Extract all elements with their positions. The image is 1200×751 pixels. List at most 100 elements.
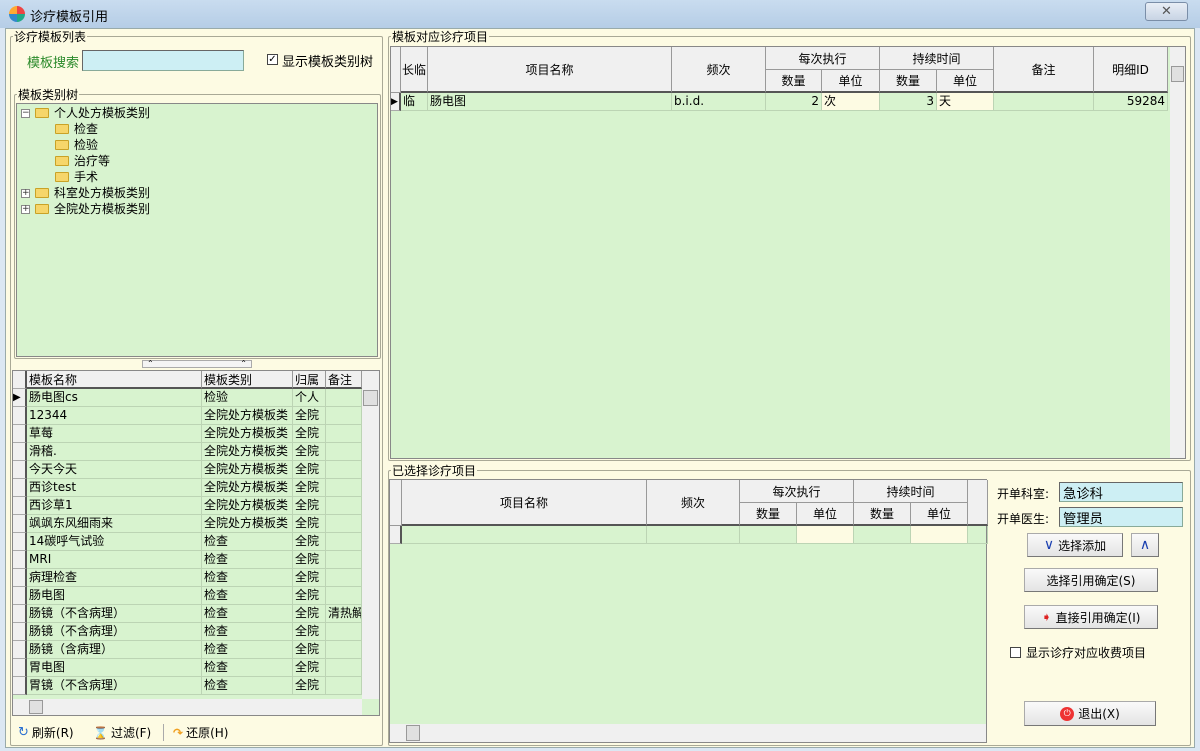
grid-cell[interactable]: 天 xyxy=(937,93,994,111)
horizontal-scrollbar[interactable] xyxy=(390,724,986,742)
grid-cell[interactable] xyxy=(326,569,362,587)
grid-cell[interactable]: 全院 xyxy=(293,443,326,461)
grid-cell[interactable]: 检查 xyxy=(202,623,293,641)
tree-node[interactable]: 全院处方模板类别 xyxy=(35,201,150,217)
grid-cell[interactable] xyxy=(326,479,362,497)
grid-cell[interactable]: 全院 xyxy=(293,461,326,479)
grid-cell[interactable]: 3 xyxy=(880,93,937,111)
row-indicator[interactable] xyxy=(13,425,27,443)
current-row-arrow-icon[interactable]: ▶ xyxy=(13,389,27,407)
row-indicator[interactable] xyxy=(13,587,27,605)
restore-button[interactable]: ↷ 还原(H) xyxy=(173,724,228,741)
column-header[interactable]: 单位 xyxy=(911,503,968,526)
row-indicator[interactable] xyxy=(13,533,27,551)
grid-cell[interactable] xyxy=(326,587,362,605)
grid-cell[interactable]: b.i.d. xyxy=(672,93,766,111)
grid-cell[interactable]: 检查 xyxy=(202,659,293,677)
row-indicator[interactable] xyxy=(390,526,402,544)
grid-cell[interactable]: 全院 xyxy=(293,659,326,677)
grid-cell[interactable]: 全院 xyxy=(293,425,326,443)
grid-cell[interactable]: 全院处方模板类 xyxy=(202,497,293,515)
grid-cell[interactable] xyxy=(402,526,647,544)
row-indicator[interactable] xyxy=(13,623,27,641)
grid-cell[interactable]: 全院处方模板类 xyxy=(202,443,293,461)
tree-node[interactable]: 检查 xyxy=(55,121,98,137)
column-header[interactable]: 单位 xyxy=(797,503,854,526)
search-input[interactable] xyxy=(82,50,244,71)
column-header[interactable]: 备注 xyxy=(326,371,362,389)
grid-cell[interactable] xyxy=(994,93,1094,111)
row-indicator[interactable] xyxy=(13,443,27,461)
grid-cell[interactable]: 全院处方模板类 xyxy=(202,461,293,479)
scroll-thumb[interactable] xyxy=(406,725,420,741)
dept-field[interactable] xyxy=(1059,482,1183,502)
collapse-icon[interactable]: − xyxy=(21,109,30,118)
grid-cell[interactable]: 全院 xyxy=(293,569,326,587)
grid-cell[interactable]: 2 xyxy=(766,93,822,111)
grid-cell[interactable]: 检查 xyxy=(202,587,293,605)
grid-cell[interactable]: 全院 xyxy=(293,479,326,497)
scroll-thumb[interactable] xyxy=(29,700,43,714)
column-header[interactable]: 数量 xyxy=(854,503,911,526)
column-header[interactable]: 单位 xyxy=(822,70,880,93)
grid-cell[interactable]: 西诊test xyxy=(27,479,202,497)
grid-cell[interactable] xyxy=(326,623,362,641)
column-header[interactable]: 长临 xyxy=(401,47,428,93)
grid-cell[interactable]: 检查 xyxy=(202,569,293,587)
grid-cell[interactable]: 清热解 xyxy=(326,605,362,623)
grid-cell[interactable]: 全院 xyxy=(293,515,326,533)
grid-cell[interactable] xyxy=(326,407,362,425)
grid-cell[interactable] xyxy=(326,641,362,659)
row-indicator[interactable] xyxy=(13,569,27,587)
row-indicator[interactable] xyxy=(13,461,27,479)
grid-cell[interactable]: 胃电图 xyxy=(27,659,202,677)
grid-cell[interactable] xyxy=(647,526,740,544)
horizontal-scrollbar[interactable] xyxy=(13,699,362,715)
grid-cell[interactable]: 全院 xyxy=(293,623,326,641)
grid-cell[interactable]: 个人 xyxy=(293,389,326,407)
close-button[interactable]: ✕ xyxy=(1145,2,1188,21)
exit-button[interactable]: ⏻ 退出(X) xyxy=(1024,701,1156,726)
grid-cell[interactable] xyxy=(326,533,362,551)
grid-cell[interactable]: 全院 xyxy=(293,587,326,605)
tree-node[interactable]: 手术 xyxy=(55,169,98,185)
column-header[interactable]: 项目名称 xyxy=(428,47,672,93)
grid-cell[interactable] xyxy=(326,425,362,443)
column-header[interactable]: 单位 xyxy=(937,70,994,93)
grid-cell[interactable]: 检查 xyxy=(202,533,293,551)
grid-cell[interactable]: 肠电图 xyxy=(428,93,672,111)
grid-cell[interactable]: 59284 xyxy=(1094,93,1168,111)
confirm-select-button[interactable]: 选择引用确定(S) xyxy=(1024,568,1158,592)
grid-cell[interactable]: 次 xyxy=(822,93,880,111)
grid-cell[interactable]: 检查 xyxy=(202,605,293,623)
grid-cell[interactable] xyxy=(326,389,362,407)
confirm-direct-button[interactable]: ➧ 直接引用确定(I) xyxy=(1024,605,1158,629)
column-header[interactable]: 频次 xyxy=(647,480,740,526)
grid-cell[interactable] xyxy=(326,659,362,677)
grid-cell[interactable]: 飒飒东风细雨来 xyxy=(27,515,202,533)
doctor-field[interactable] xyxy=(1059,507,1183,527)
scroll-thumb[interactable] xyxy=(1171,66,1184,82)
tree-node[interactable]: 个人处方模板类别 xyxy=(35,105,150,121)
column-header[interactable]: 频次 xyxy=(672,47,766,93)
grid-cell[interactable]: 全院处方模板类 xyxy=(202,425,293,443)
scroll-thumb[interactable] xyxy=(363,390,378,406)
grid-cell[interactable]: 14碳呼气试验 xyxy=(27,533,202,551)
row-indicator[interactable] xyxy=(13,677,27,695)
grid-cell[interactable]: 全院 xyxy=(293,551,326,569)
grid-cell[interactable] xyxy=(326,551,362,569)
grid-cell[interactable] xyxy=(854,526,911,544)
column-header[interactable]: 备注 xyxy=(994,47,1094,93)
expand-icon[interactable]: + xyxy=(21,205,30,214)
grid-cell[interactable]: 12344 xyxy=(27,407,202,425)
grid-cell[interactable]: 检查 xyxy=(202,551,293,569)
row-indicator[interactable] xyxy=(13,641,27,659)
tree-node[interactable]: 检验 xyxy=(55,137,98,153)
refresh-button[interactable]: ↻ 刷新(R) xyxy=(18,724,74,741)
grid-cell[interactable] xyxy=(911,526,968,544)
grid-cell[interactable]: 检查 xyxy=(202,677,293,695)
current-row-arrow-icon[interactable]: ▶ xyxy=(391,93,401,111)
category-tree[interactable]: − 个人处方模板类别 检查 检验 治疗等 手术 + 科室处方模板类别 + 全院处方模板类别 xyxy=(16,103,378,357)
show-tree-checkbox[interactable]: ✓ xyxy=(267,54,278,65)
grid-cell[interactable] xyxy=(326,443,362,461)
